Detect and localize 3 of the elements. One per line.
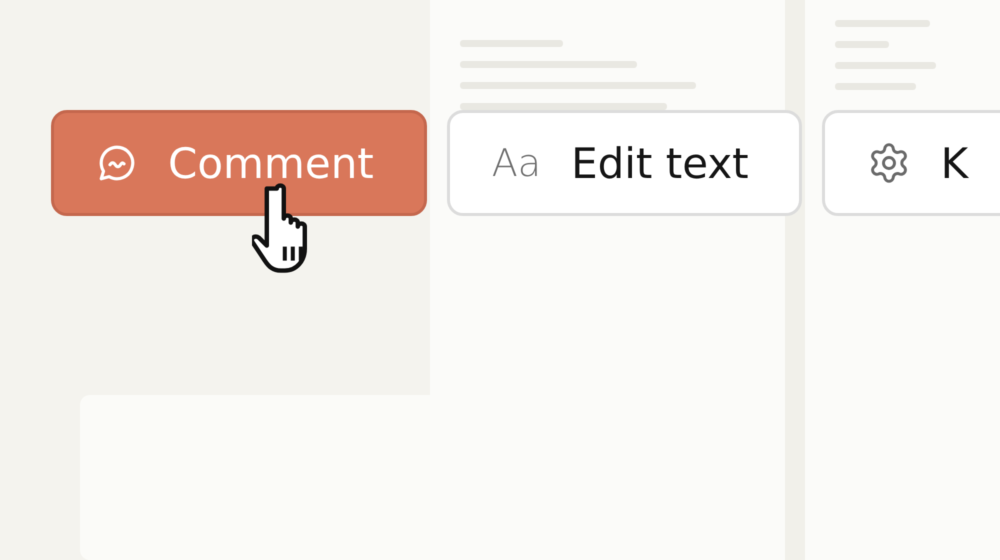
- font-icon: Aa: [492, 141, 542, 185]
- settings-button[interactable]: K: [822, 110, 1000, 216]
- edit-text-button[interactable]: Aa Edit text: [446, 110, 802, 216]
